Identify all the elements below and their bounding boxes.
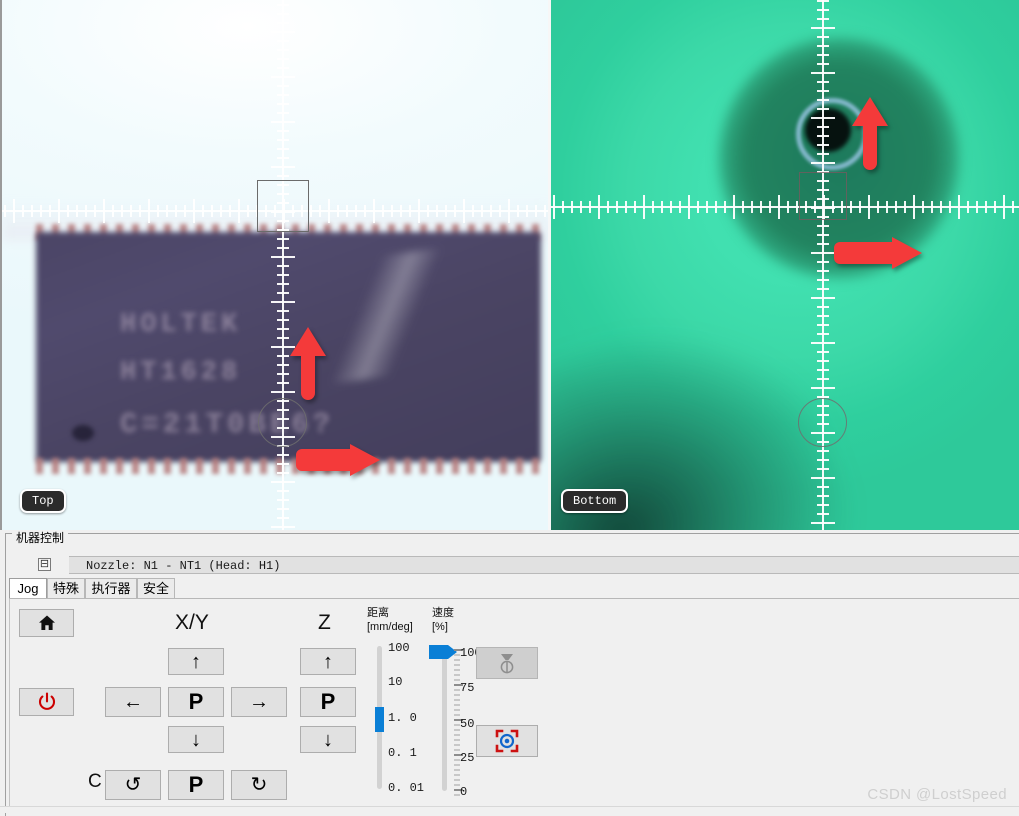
tab-special[interactable]: 特殊 — [47, 578, 85, 599]
top-camera-box-marker — [257, 180, 309, 232]
jog-c-park-button[interactable]: P — [168, 770, 224, 800]
speed-tick-0: 0 — [460, 785, 468, 799]
tab-safety[interactable]: 安全 — [137, 578, 175, 599]
jog-xy-left-button[interactable]: ← — [105, 687, 161, 717]
speed-slider-title: 速度 — [432, 607, 454, 619]
tab-jog[interactable]: Jog — [9, 578, 47, 599]
arrow-down-icon: ↓ — [323, 728, 333, 751]
jog-xy-up-button[interactable]: ↑ — [168, 648, 224, 675]
distance-slider-title: 距离 — [367, 607, 389, 619]
top-camera-circle-marker — [258, 398, 307, 447]
distance-tick-0-01: 0. 01 — [388, 781, 425, 795]
speed-tick-25: 25 — [460, 751, 475, 765]
rotate-ccw-icon: ↺ — [124, 774, 142, 796]
top-camera-view[interactable]: HOLTEK HT1628 C=21T0BE6? Top — [0, 0, 548, 530]
arrow-up-icon: ↑ — [191, 650, 201, 673]
distance-slider-unit: [mm/deg] — [367, 621, 413, 633]
bottom-camera-label: Bottom — [561, 489, 629, 513]
arrow-right-icon: → — [249, 691, 269, 713]
nozzle-status-text: Nozzle: N1 - NT1 (Head: H1) — [86, 559, 281, 573]
arrow-up-icon: ↑ — [323, 650, 333, 673]
tab-bar: Jog 特殊 执行器 安全 — [9, 578, 1019, 599]
xy-axis-label: X/Y — [175, 611, 209, 634]
watermark: CSDN @LostSpeed — [867, 786, 1007, 803]
nozzle-row: ⊟ Nozzle: N1 - NT1 (Head: H1) — [9, 556, 1019, 574]
tab-actuator[interactable]: 执行器 — [85, 578, 137, 599]
jog-z-park-button[interactable]: P — [300, 687, 356, 717]
power-icon — [38, 692, 55, 710]
annotation-arrow-right-bottom — [832, 235, 924, 276]
park-label: P — [188, 689, 204, 714]
annotation-arrow-up — [288, 325, 328, 405]
chip-pin1-dot — [72, 425, 94, 441]
chip-pins-bottom — [36, 458, 541, 474]
jog-z-down-button[interactable]: ↓ — [300, 726, 356, 753]
home-icon — [38, 615, 55, 630]
distance-tick-10: 10 — [388, 675, 403, 689]
jog-xy-right-button[interactable]: → — [231, 687, 287, 717]
jog-c-cw-button[interactable]: ↻ — [231, 770, 287, 800]
z-axis-label: Z — [318, 611, 331, 634]
nozzle-vacuum-icon — [500, 654, 514, 674]
jog-c-ccw-button[interactable]: ↺ — [105, 770, 161, 800]
c-axis-label: C — [88, 771, 102, 792]
rotate-cw-icon: ↻ — [250, 774, 268, 796]
jog-xy-down-button[interactable]: ↓ — [168, 726, 224, 753]
bottom-camera-view[interactable]: Bottom — [551, 0, 1019, 530]
jog-xy-park-button[interactable]: P — [168, 687, 224, 717]
nozzle-status-field[interactable]: Nozzle: N1 - NT1 (Head: H1) — [69, 556, 1019, 574]
bottom-camera-circle-marker — [798, 398, 847, 447]
annotation-arrow-up-bottom — [850, 95, 890, 175]
speed-slider-unit: [%] — [432, 621, 448, 633]
camera-target-icon — [495, 729, 519, 753]
top-camera-label: Top — [20, 489, 66, 513]
speed-slider-track[interactable] — [442, 649, 447, 791]
home-button[interactable] — [19, 609, 74, 637]
jog-tab-pane: X/Y Z ↑ ← P → ↓ ↑ P ↓ C ↺ P ↻ 距离 [mm/deg… — [9, 599, 1019, 808]
arrow-down-icon: ↓ — [191, 728, 201, 751]
collapse-toggle-icon[interactable]: ⊟ — [38, 558, 51, 571]
distance-slider-handle[interactable] — [375, 707, 384, 732]
speed-slider-handle-icon — [429, 645, 457, 659]
speed-tick-50: 50 — [460, 717, 475, 731]
camera-target-button[interactable] — [476, 725, 538, 757]
distance-tick-0-1: 0. 1 — [388, 746, 417, 760]
nozzle-aperture — [805, 108, 851, 152]
park-label: P — [320, 689, 336, 714]
distance-tick-100: 100 — [388, 641, 410, 655]
camera-area: HOLTEK HT1628 C=21T0BE6? Top Bottom — [0, 0, 1019, 530]
bottom-camera-box-marker — [799, 172, 847, 220]
nozzle-vacuum-button[interactable] — [476, 647, 538, 679]
machine-control-title: 机器控制 — [12, 531, 69, 545]
speed-tick-75: 75 — [460, 681, 475, 695]
distance-tick-1: 1. 0 — [388, 711, 417, 725]
arrow-left-icon: ← — [123, 691, 143, 713]
power-button[interactable] — [19, 688, 74, 716]
park-label: P — [188, 772, 204, 797]
annotation-arrow-right — [294, 442, 382, 483]
jog-z-up-button[interactable]: ↑ — [300, 648, 356, 675]
